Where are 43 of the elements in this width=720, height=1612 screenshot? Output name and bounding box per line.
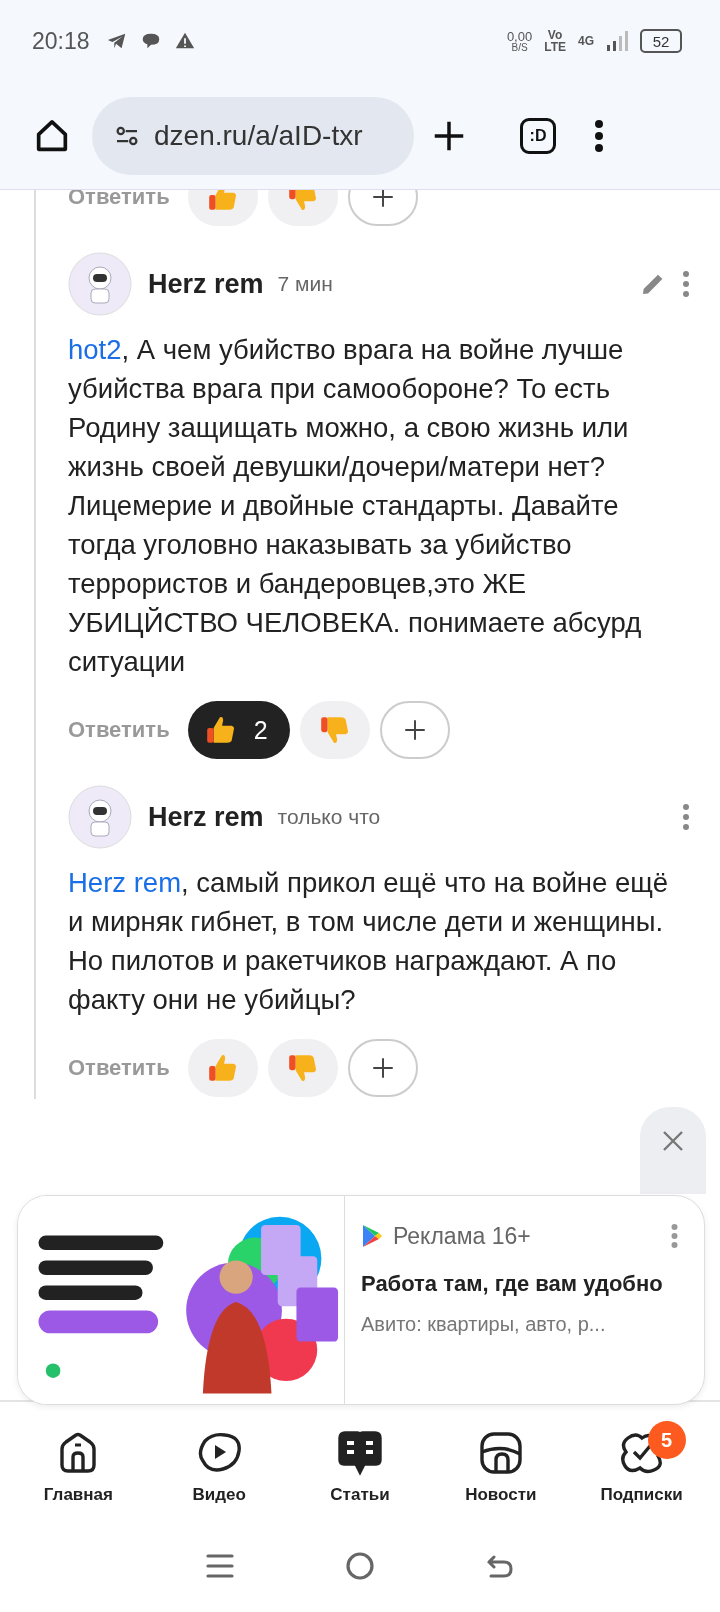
net-speed-unit: B/S	[511, 42, 528, 53]
more-icon[interactable]	[682, 804, 690, 830]
nav-tab[interactable]: Главная	[10, 1417, 147, 1505]
avatar-icon[interactable]	[68, 252, 132, 316]
net-speed: 0,00	[506, 29, 533, 43]
notification-badge: 5	[647, 1421, 686, 1459]
open-book-icon	[336, 1430, 384, 1476]
tabs-button[interactable]: :D	[520, 117, 556, 154]
url-text: dzen.ru/a/aID-txr	[154, 119, 363, 152]
comment-text: Herz rem, самый прикол ещё что на войне ещё и мирняк гибнет, в том числе дети и женщины. Но пилотов и ракетчиков награждают. А по факту они не убийцы?	[68, 866, 670, 1017]
status-time: 20:18	[32, 27, 90, 55]
volte-label: Vo	[547, 29, 563, 41]
nav-tab[interactable]: Статьи	[292, 1417, 428, 1505]
ad-subtitle: Авито: квартиры, авто, р...	[361, 1313, 607, 1336]
close-icon	[661, 1129, 685, 1153]
like-button[interactable]: 2	[187, 701, 290, 759]
home-circle-icon[interactable]	[345, 1551, 375, 1581]
avatar-icon[interactable]	[68, 785, 132, 849]
news-icon	[477, 1430, 524, 1476]
nav-tab[interactable]: 5 Подписки	[573, 1417, 710, 1505]
nav-tab[interactable]: Новости	[432, 1417, 569, 1505]
author-name[interactable]: Herz rem	[148, 268, 264, 300]
comment-text: hot2, А чем убийство врага на войне лучше убийства врага при самообороне? То есть Родину защищать можно, а свою жизнь или жизнь своей девушки/дочери/матери нет? Лицемерие и двойные стандарты. Давайте тогда уголовно наказывать за убийство террористов и бандеровцев,это ЖЕ УБИЦЙСТВО ЧЕЛОВЕКА. понимаете абсурд ситуации	[68, 333, 643, 679]
battery-percent: 52	[652, 32, 670, 50]
nav-tab[interactable]: Видео	[151, 1417, 288, 1505]
comment-time: только что	[277, 805, 381, 829]
comment-time: 7 мин	[277, 272, 333, 296]
more-icon[interactable]	[682, 271, 690, 297]
more-icon	[594, 118, 604, 153]
play-store-icon	[361, 1224, 383, 1248]
signal-icon	[606, 29, 628, 53]
author-name[interactable]: Herz rem	[148, 801, 264, 833]
address-bar[interactable]: dzen.ru/a/aID-txr	[92, 96, 414, 175]
more-icon[interactable]	[671, 1224, 678, 1248]
mention-link[interactable]: Herz rem	[68, 867, 182, 898]
ad-label: Реклама 16+	[393, 1222, 531, 1250]
mention-link[interactable]: hot2	[68, 334, 122, 365]
network-label: 4G	[578, 34, 594, 48]
recent-apps-icon[interactable]	[205, 1553, 234, 1579]
ad-card[interactable]: Реклама 16+ Работа там, где вам удобно Авито: квартиры, авто, р...	[17, 1195, 705, 1405]
lte-label: LTE	[544, 41, 566, 53]
back-icon[interactable]	[486, 1553, 515, 1579]
ad-title: Работа там, где вам удобно	[361, 1270, 664, 1298]
